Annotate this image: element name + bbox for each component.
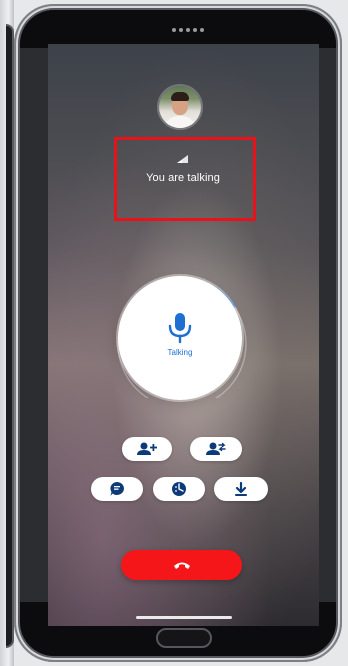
talk-button-label: Talking bbox=[167, 348, 193, 357]
call-screen: You are talking Talking bbox=[48, 44, 319, 626]
microphone-icon bbox=[168, 313, 192, 344]
highlight-annotation-box bbox=[114, 137, 256, 221]
talk-button[interactable]: Talking bbox=[118, 276, 242, 400]
add-participant-button[interactable] bbox=[122, 437, 172, 461]
adjacent-device-frame bbox=[6, 24, 14, 648]
download-icon bbox=[235, 481, 247, 496]
home-indicator bbox=[136, 616, 232, 619]
chat-bubble-icon bbox=[110, 482, 124, 496]
home-button[interactable] bbox=[156, 628, 212, 648]
top-bezel bbox=[20, 10, 336, 48]
adjacent-device-edge bbox=[0, 0, 14, 666]
transfer-call-button[interactable] bbox=[190, 437, 242, 461]
caller-avatar bbox=[159, 86, 201, 128]
download-button[interactable] bbox=[214, 477, 268, 501]
dialpad-button[interactable] bbox=[153, 477, 205, 501]
dialpad-icon bbox=[172, 482, 186, 496]
chat-button[interactable] bbox=[91, 477, 143, 501]
add-user-icon bbox=[137, 442, 157, 455]
hang-up-icon bbox=[173, 562, 190, 569]
end-call-button[interactable] bbox=[121, 550, 242, 580]
speaker-grille bbox=[172, 28, 204, 32]
transfer-user-icon bbox=[206, 442, 226, 455]
